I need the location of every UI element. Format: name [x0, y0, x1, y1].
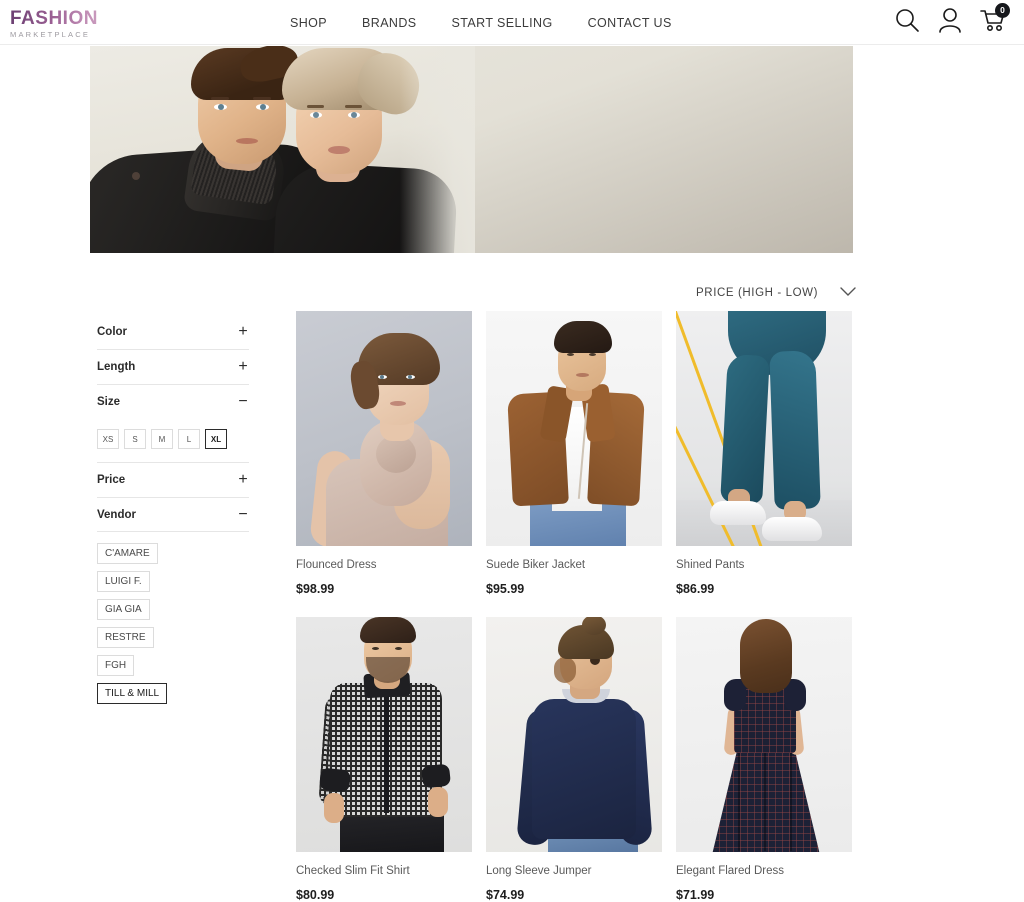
vendor-chip-restre[interactable]: RESTRE	[97, 627, 154, 648]
site-header: FASHION MARKETPLACE SHOP BRANDS START SE…	[0, 0, 1024, 45]
site-logo[interactable]: FASHION MARKETPLACE	[10, 9, 120, 40]
user-icon[interactable]	[938, 7, 962, 38]
filter-group-vendor: Vendor − C'AMARE LUIGI F. GIA GIA RESTRE…	[97, 498, 249, 710]
logo-sub-text: MARKETPLACE	[10, 30, 91, 39]
size-chip-l[interactable]: L	[178, 429, 200, 449]
header-icon-group: 0	[894, 0, 1010, 45]
vendor-chip-fgh[interactable]: FGH	[97, 655, 135, 676]
product-title: Flounced Dress	[296, 559, 377, 571]
filter-toggle-color[interactable]: Color +	[97, 315, 249, 349]
filter-sidebar: Color + Length + Size − XS S M L XL Pric…	[97, 315, 249, 710]
minus-icon: −	[238, 505, 248, 523]
product-price: $95.99	[486, 582, 525, 596]
product-image-flounced-dress[interactable]	[296, 311, 472, 546]
product-price: $98.99	[296, 582, 335, 596]
product-card[interactable]: Suede Biker Jacket $95.99	[486, 311, 662, 596]
vendor-chip-list: C'AMARE LUIGI F. GIA GIA RESTRE FGH TILL…	[97, 532, 249, 710]
logo-main-text: FASHION	[10, 9, 120, 28]
product-image-elegant-flared-dress[interactable]	[676, 617, 852, 852]
filter-title-length: Length	[97, 361, 136, 373]
sort-dropdown-label: PRICE (HIGH - LOW)	[696, 287, 818, 299]
plus-icon: +	[238, 323, 248, 340]
vendor-chip-gia-gia[interactable]: GIA GIA	[97, 599, 150, 620]
filter-group-length: Length +	[97, 350, 249, 385]
nav-item-start-selling[interactable]: START SELLING	[452, 16, 553, 30]
hero-photo	[90, 46, 475, 253]
nav-item-brands[interactable]: BRANDS	[362, 16, 417, 30]
filter-title-price: Price	[97, 474, 126, 486]
filter-toggle-price[interactable]: Price +	[97, 463, 249, 497]
cart-icon[interactable]: 0	[980, 3, 1010, 37]
vendor-chip-till-and-mill[interactable]: TILL & MILL	[97, 683, 168, 704]
search-icon[interactable]	[894, 7, 920, 38]
product-title: Suede Biker Jacket	[486, 559, 586, 571]
plus-icon: +	[238, 358, 248, 375]
nav-item-contact-us[interactable]: CONTACT US	[588, 16, 672, 30]
filter-title-color: Color	[97, 326, 128, 338]
filter-title-vendor: Vendor	[97, 508, 136, 521]
size-chip-list: XS S M L XL	[97, 419, 249, 462]
product-card[interactable]: Shined Pants $86.99	[676, 311, 852, 596]
product-card[interactable]: Checked Slim Fit Shirt $80.99	[296, 617, 472, 902]
product-title: Long Sleeve Jumper	[486, 865, 592, 877]
product-title: Checked Slim Fit Shirt	[296, 865, 410, 877]
sort-dropdown[interactable]: PRICE (HIGH - LOW)	[696, 284, 856, 302]
product-title: Elegant Flared Dress	[676, 865, 785, 877]
size-chip-m[interactable]: M	[151, 429, 173, 449]
filter-toggle-size[interactable]: Size −	[97, 385, 249, 419]
filter-group-price: Price +	[97, 463, 249, 498]
main-navigation: SHOP BRANDS START SELLING CONTACT US	[290, 0, 672, 45]
product-grid: Flounced Dress $98.99 Suede Biker Jacket…	[296, 311, 853, 902]
product-card[interactable]: Flounced Dress $98.99	[296, 311, 472, 596]
hero-banner[interactable]	[90, 46, 853, 253]
filter-toggle-vendor[interactable]: Vendor −	[97, 498, 249, 532]
chevron-down-icon	[840, 284, 856, 302]
minus-icon: −	[238, 393, 248, 410]
product-price: $86.99	[676, 582, 715, 596]
size-chip-s[interactable]: S	[124, 429, 146, 449]
product-title: Shined Pants	[676, 559, 745, 571]
size-chip-xl[interactable]: XL	[205, 429, 227, 449]
vendor-chip-luigi-f[interactable]: LUIGI F.	[97, 571, 150, 592]
plus-icon: +	[238, 471, 248, 488]
size-chip-xs[interactable]: XS	[97, 429, 119, 449]
product-image-suede-biker-jacket[interactable]	[486, 311, 662, 546]
product-image-long-sleeve-jumper[interactable]	[486, 617, 662, 852]
product-image-shined-pants[interactable]	[676, 311, 852, 546]
cart-count-badge: 0	[995, 3, 1010, 18]
filter-group-size: Size − XS S M L XL	[97, 385, 249, 463]
vendor-chip-camare[interactable]: C'AMARE	[97, 543, 158, 564]
filter-group-color: Color +	[97, 315, 249, 350]
filter-toggle-length[interactable]: Length +	[97, 350, 249, 384]
filter-title-size: Size	[97, 396, 121, 408]
product-image-checked-slim-fit-shirt[interactable]	[296, 617, 472, 852]
product-card[interactable]: Long Sleeve Jumper $74.99	[486, 617, 662, 902]
nav-item-shop[interactable]: SHOP	[290, 16, 327, 30]
product-card[interactable]: Elegant Flared Dress $71.99	[676, 617, 852, 902]
